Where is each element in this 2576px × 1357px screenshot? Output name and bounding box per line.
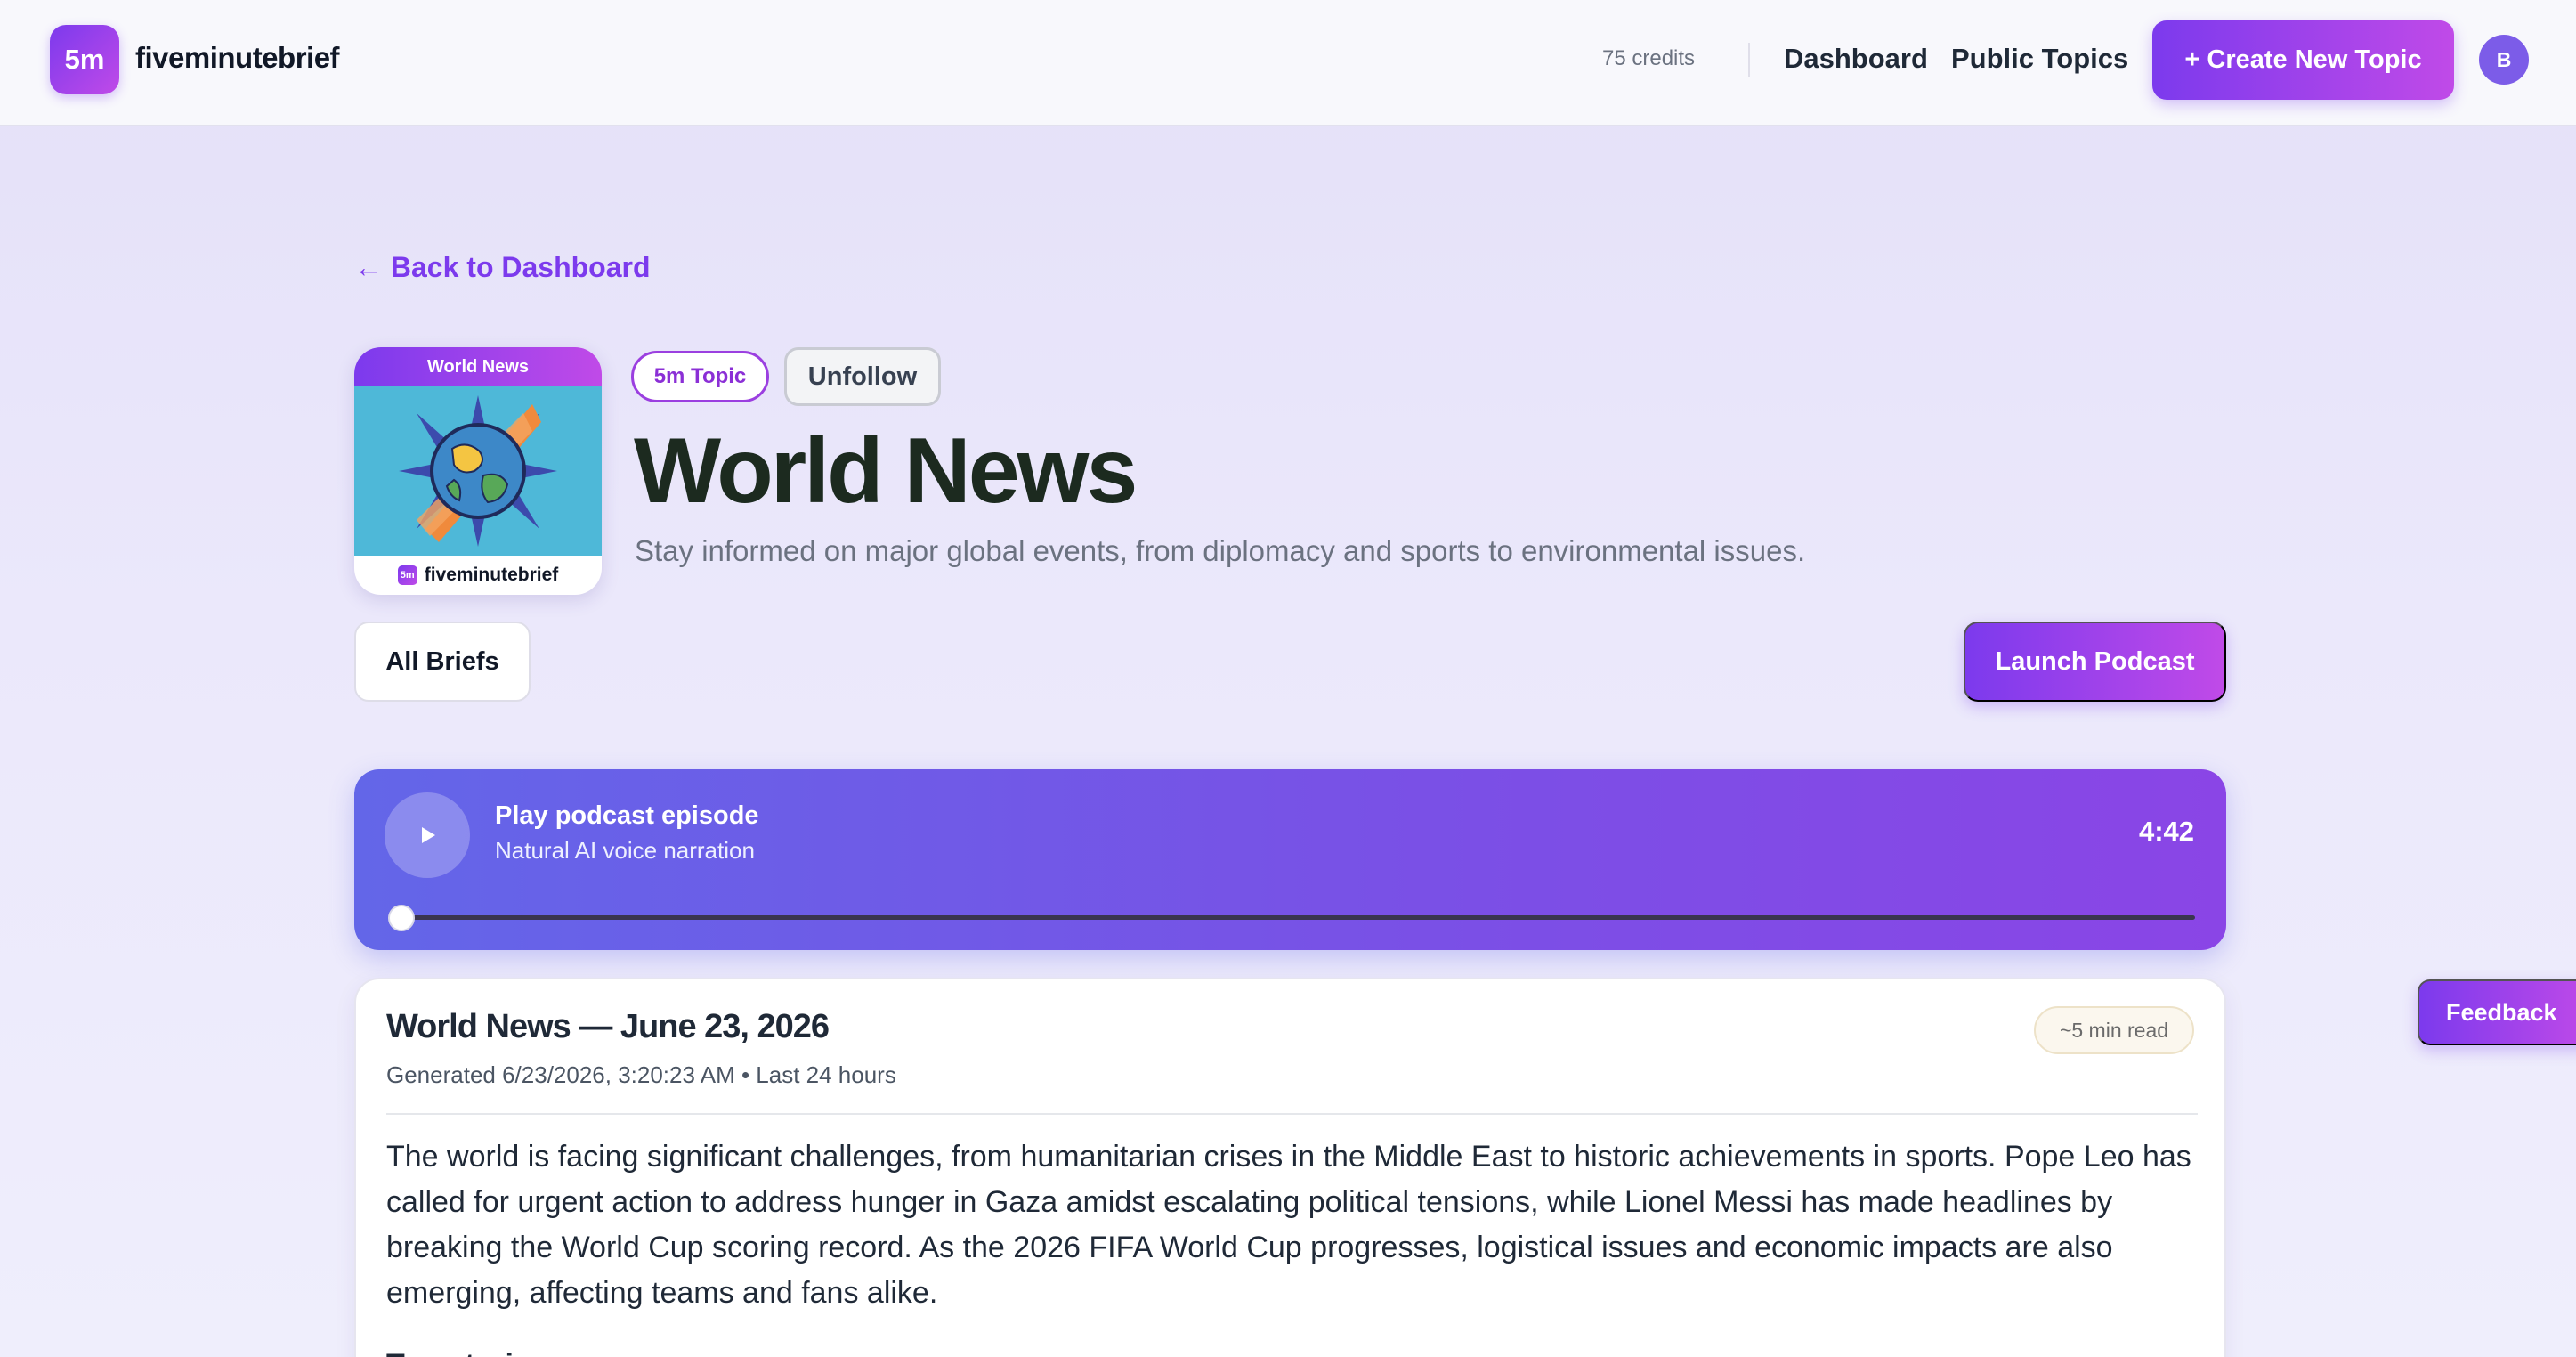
all-briefs-button[interactable]: All Briefs [354, 622, 531, 702]
cover-logo-badge: 5m [397, 565, 417, 585]
globe-icon [354, 386, 602, 556]
globe-illustration [354, 386, 602, 556]
unfollow-button[interactable]: Unfollow [784, 347, 941, 406]
brief-title: World News — June 23, 2026 [386, 1008, 830, 1045]
logo-badge[interactable]: 5m [50, 25, 119, 94]
cover-top-label: World News [354, 347, 602, 386]
credits-count: 75 credits [1602, 46, 1696, 70]
nav-public-topics-link[interactable]: Public Topics [1951, 43, 2128, 75]
create-new-topic-button[interactable]: + Create New Topic [2152, 20, 2454, 100]
brand-name[interactable]: fiveminutebrief [135, 41, 340, 75]
podcast-player: Play podcast episode Natural AI voice na… [354, 769, 2226, 950]
topic-type-pill: 5m Topic [631, 351, 769, 402]
feedback-button[interactable]: Feedback [2418, 979, 2576, 1045]
back-to-dashboard-link[interactable]: ← Back to Dashboard [354, 251, 651, 284]
play-button[interactable] [385, 792, 470, 878]
brief-section-heading: Top stories [386, 1348, 547, 1357]
play-icon [422, 827, 435, 843]
brief-summary: The world is facing significant challeng… [386, 1140, 2191, 1310]
brief-divider [386, 1113, 2198, 1115]
cover-brand-name: fiveminutebrief [424, 565, 559, 585]
progress-track[interactable] [397, 915, 2195, 920]
top-navbar: 5m fiveminutebrief 75 credits Dashboard … [0, 0, 2576, 126]
user-avatar[interactable]: B [2479, 35, 2529, 85]
player-subtitle: Natural AI voice narration [495, 837, 755, 864]
launch-podcast-button[interactable]: Launch Podcast [1964, 622, 2226, 702]
topic-title: World News [634, 419, 1138, 523]
player-duration: 4:42 [2138, 816, 2194, 847]
brief-card: World News — June 23, 2026 Generated 6/2… [354, 978, 2226, 1357]
read-time-badge: ~5 min read [2034, 1006, 2194, 1054]
header-divider [1748, 43, 1750, 77]
nav-dashboard-link[interactable]: Dashboard [1784, 43, 1928, 75]
cover-brand-strip: 5m fiveminutebrief [354, 556, 602, 595]
page: 5m fiveminutebrief 75 credits Dashboard … [0, 0, 2576, 1357]
topic-cover-image: World News 5m fiveminutebrief [354, 347, 602, 595]
player-title: Play podcast episode [495, 801, 759, 830]
progress-thumb[interactable] [388, 905, 415, 931]
topic-description: Stay informed on major global events, fr… [635, 534, 1806, 567]
brief-meta: Generated 6/23/2026, 3:20:23 AM • Last 2… [386, 1061, 896, 1088]
